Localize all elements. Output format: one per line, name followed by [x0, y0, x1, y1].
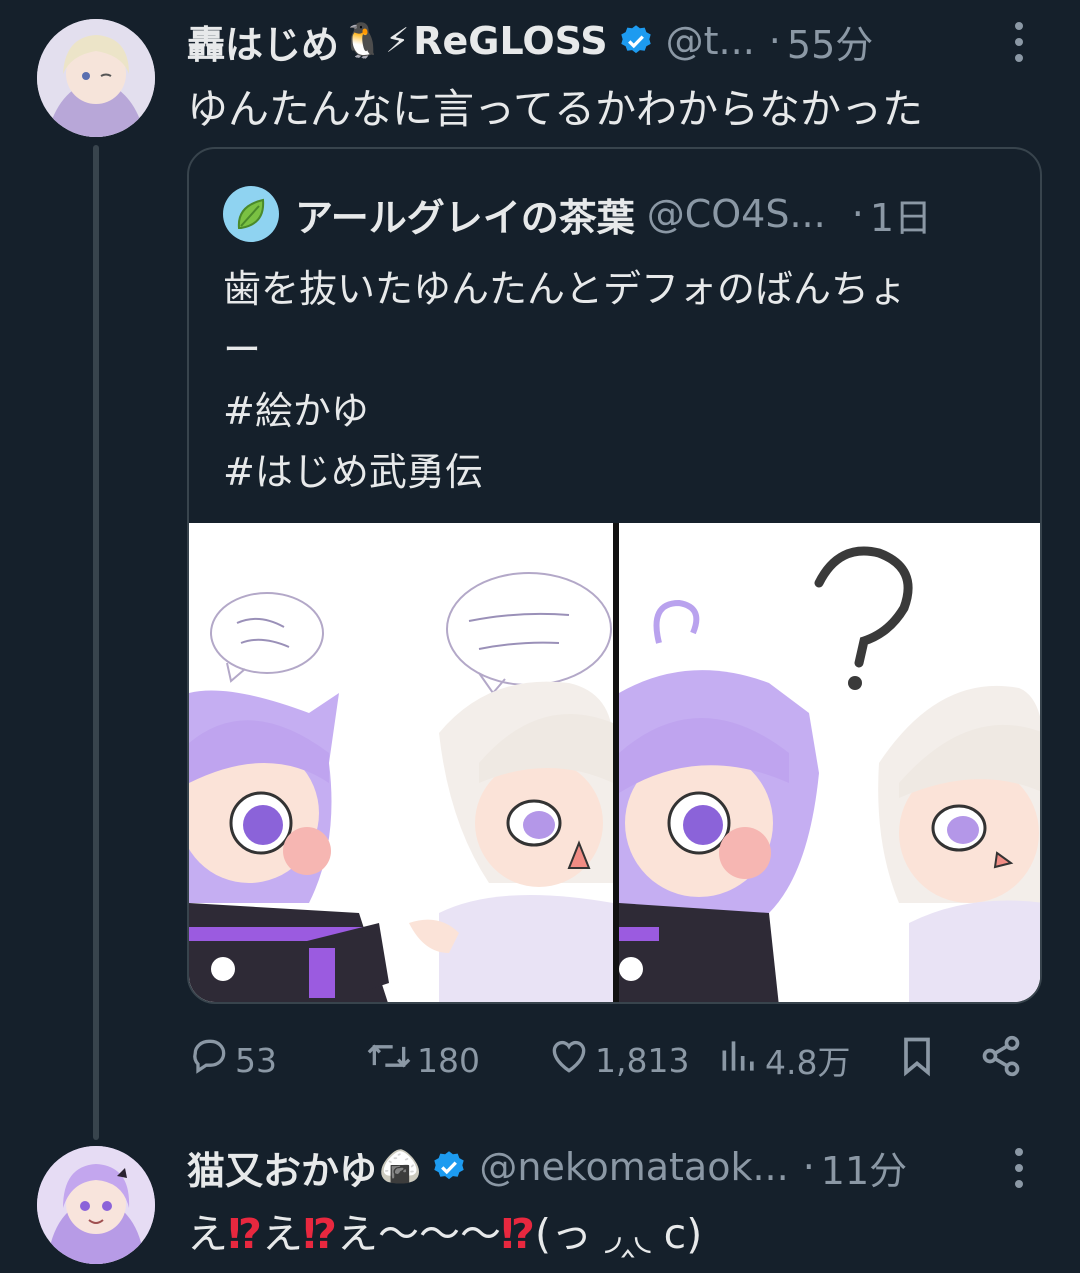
- bookmark-icon: [895, 1034, 943, 1086]
- share-icon: [979, 1034, 1027, 1086]
- onigiri-emoji: 🍙: [379, 1147, 422, 1187]
- retweet-count: 180: [417, 1040, 480, 1080]
- avatar[interactable]: [37, 19, 155, 137]
- tweet-text: え⁉え⁉え〜〜〜⁉(っ ◞‸◟ c): [187, 1200, 702, 1260]
- text-part: え〜〜〜: [336, 1210, 501, 1258]
- quoted-text-line: 歯を抜いたゆんたんとデフォのばんちょ: [223, 267, 908, 311]
- penguin-emoji: 🐧: [341, 21, 384, 61]
- thread-connector-line: [93, 145, 99, 1140]
- quoted-tweet-card[interactable]: アールグレイの茶葉 @CO4S... · 1日 歯を抜いたゆんたんとデフォのばん…: [187, 147, 1042, 1004]
- media-image-left[interactable]: [189, 523, 613, 1002]
- quoted-text-line: ー: [223, 328, 262, 372]
- views-button[interactable]: 4.8万: [717, 1030, 850, 1090]
- hashtag-link[interactable]: #はじめ武勇伝: [223, 442, 1013, 503]
- retweet-button[interactable]: 180: [365, 1030, 480, 1090]
- quoted-handle[interactable]: @CO4S...: [647, 192, 826, 236]
- leaf-icon[interactable]: [223, 186, 279, 242]
- verified-icon: [431, 1149, 467, 1185]
- like-button[interactable]: 1,813: [547, 1030, 689, 1090]
- separator-dot: ·: [768, 19, 781, 63]
- timestamp[interactable]: 55分: [787, 14, 873, 69]
- like-count: 1,813: [595, 1040, 690, 1080]
- handle[interactable]: @nekomataok...: [479, 1145, 788, 1189]
- tweet-header: 猫又おかゆ 🍙 @nekomataok... · 11分: [187, 1140, 907, 1195]
- views-icon: [717, 1034, 765, 1086]
- display-name[interactable]: 猫又おかゆ: [187, 1140, 377, 1195]
- tweet-header: 轟はじめ 🐧 ⚡ ReGLOSS @t... · 55分: [187, 14, 873, 69]
- more-icon[interactable]: [1014, 1148, 1024, 1188]
- reply-icon: [187, 1034, 235, 1086]
- quoted-tweet-text: 歯を抜いたゆんたんとデフォのばんちょ ー #絵かゆ #はじめ武勇伝: [223, 259, 1013, 503]
- interrobang-emoji: ⁉: [302, 1210, 337, 1258]
- quoted-tweet-header: アールグレイの茶葉 @CO4S... · 1日: [223, 186, 932, 242]
- tweet-action-bar: 53 180 1,813 4.8万: [187, 1030, 1027, 1090]
- quoted-timestamp[interactable]: 1日: [870, 187, 932, 242]
- retweet-icon: [365, 1034, 417, 1086]
- handle[interactable]: @t...: [666, 19, 755, 63]
- share-button[interactable]: [979, 1030, 1027, 1090]
- views-count: 4.8万: [765, 1043, 851, 1082]
- interrobang-emoji: ⁉: [500, 1210, 535, 1258]
- bookmark-button[interactable]: [895, 1030, 943, 1090]
- timestamp[interactable]: 11分: [821, 1140, 907, 1195]
- separator-dot: ·: [802, 1145, 815, 1189]
- interrobang-emoji: ⁉: [228, 1210, 262, 1258]
- more-icon[interactable]: [1014, 22, 1024, 62]
- reply-button[interactable]: 53: [187, 1030, 277, 1090]
- separator-dot: ·: [851, 192, 864, 236]
- text-part: え: [187, 1210, 228, 1258]
- display-name-affiliation[interactable]: ReGLOSS: [413, 19, 607, 63]
- lightning-emoji: ⚡: [385, 21, 410, 61]
- quoted-display-name[interactable]: アールグレイの茶葉: [295, 187, 635, 242]
- media-grid: [189, 523, 1040, 1002]
- text-part: え: [261, 1210, 303, 1258]
- display-name[interactable]: 轟はじめ: [187, 14, 339, 69]
- media-image-right[interactable]: [619, 523, 1040, 1002]
- avatar[interactable]: [37, 1146, 155, 1264]
- like-icon: [547, 1034, 595, 1086]
- reply-count: 53: [235, 1040, 277, 1080]
- hashtag-link[interactable]: #絵かゆ: [223, 381, 1013, 442]
- verified-icon: [618, 23, 654, 59]
- kaomoji: (っ ◞‸◟ c): [534, 1210, 703, 1258]
- tweet-text: ゆんたんなに言ってるかわからなかった: [187, 85, 923, 133]
